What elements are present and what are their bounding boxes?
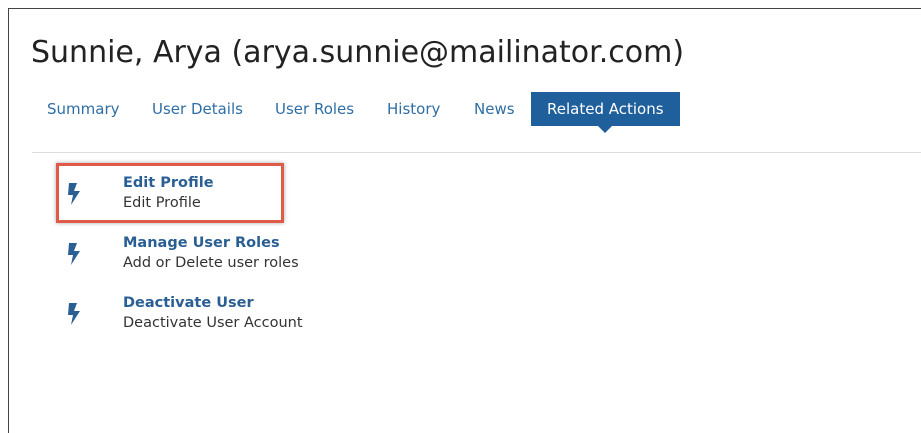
tab-news[interactable]: News bbox=[474, 92, 515, 126]
action-manage-user-roles[interactable]: Manage User Roles Add or Delete user rol… bbox=[60, 233, 320, 275]
tab-history[interactable]: History bbox=[387, 92, 440, 126]
tab-user-roles[interactable]: User Roles bbox=[275, 92, 354, 126]
action-edit-profile[interactable]: Edit Profile Edit Profile bbox=[60, 173, 320, 215]
tab-bar: Summary User Details User Roles History … bbox=[0, 92, 921, 133]
action-title[interactable]: Deactivate User bbox=[123, 293, 254, 313]
page-title: Sunnie, Arya (arya.sunnie@mailinator.com… bbox=[31, 35, 685, 70]
action-deactivate-user[interactable]: Deactivate User Deactivate User Account bbox=[60, 293, 320, 335]
action-title[interactable]: Manage User Roles bbox=[123, 233, 280, 253]
action-description: Deactivate User Account bbox=[123, 315, 303, 331]
tab-divider bbox=[32, 152, 921, 153]
action-title[interactable]: Edit Profile bbox=[123, 173, 214, 193]
action-description: Edit Profile bbox=[123, 195, 201, 211]
lightning-bolt-icon bbox=[68, 243, 80, 265]
lightning-bolt-icon bbox=[68, 183, 80, 205]
tab-summary[interactable]: Summary bbox=[47, 92, 120, 126]
tab-user-details[interactable]: User Details bbox=[152, 92, 243, 126]
tab-related-actions[interactable]: Related Actions bbox=[531, 92, 680, 133]
lightning-bolt-icon bbox=[68, 303, 80, 325]
action-description: Add or Delete user roles bbox=[123, 255, 299, 271]
